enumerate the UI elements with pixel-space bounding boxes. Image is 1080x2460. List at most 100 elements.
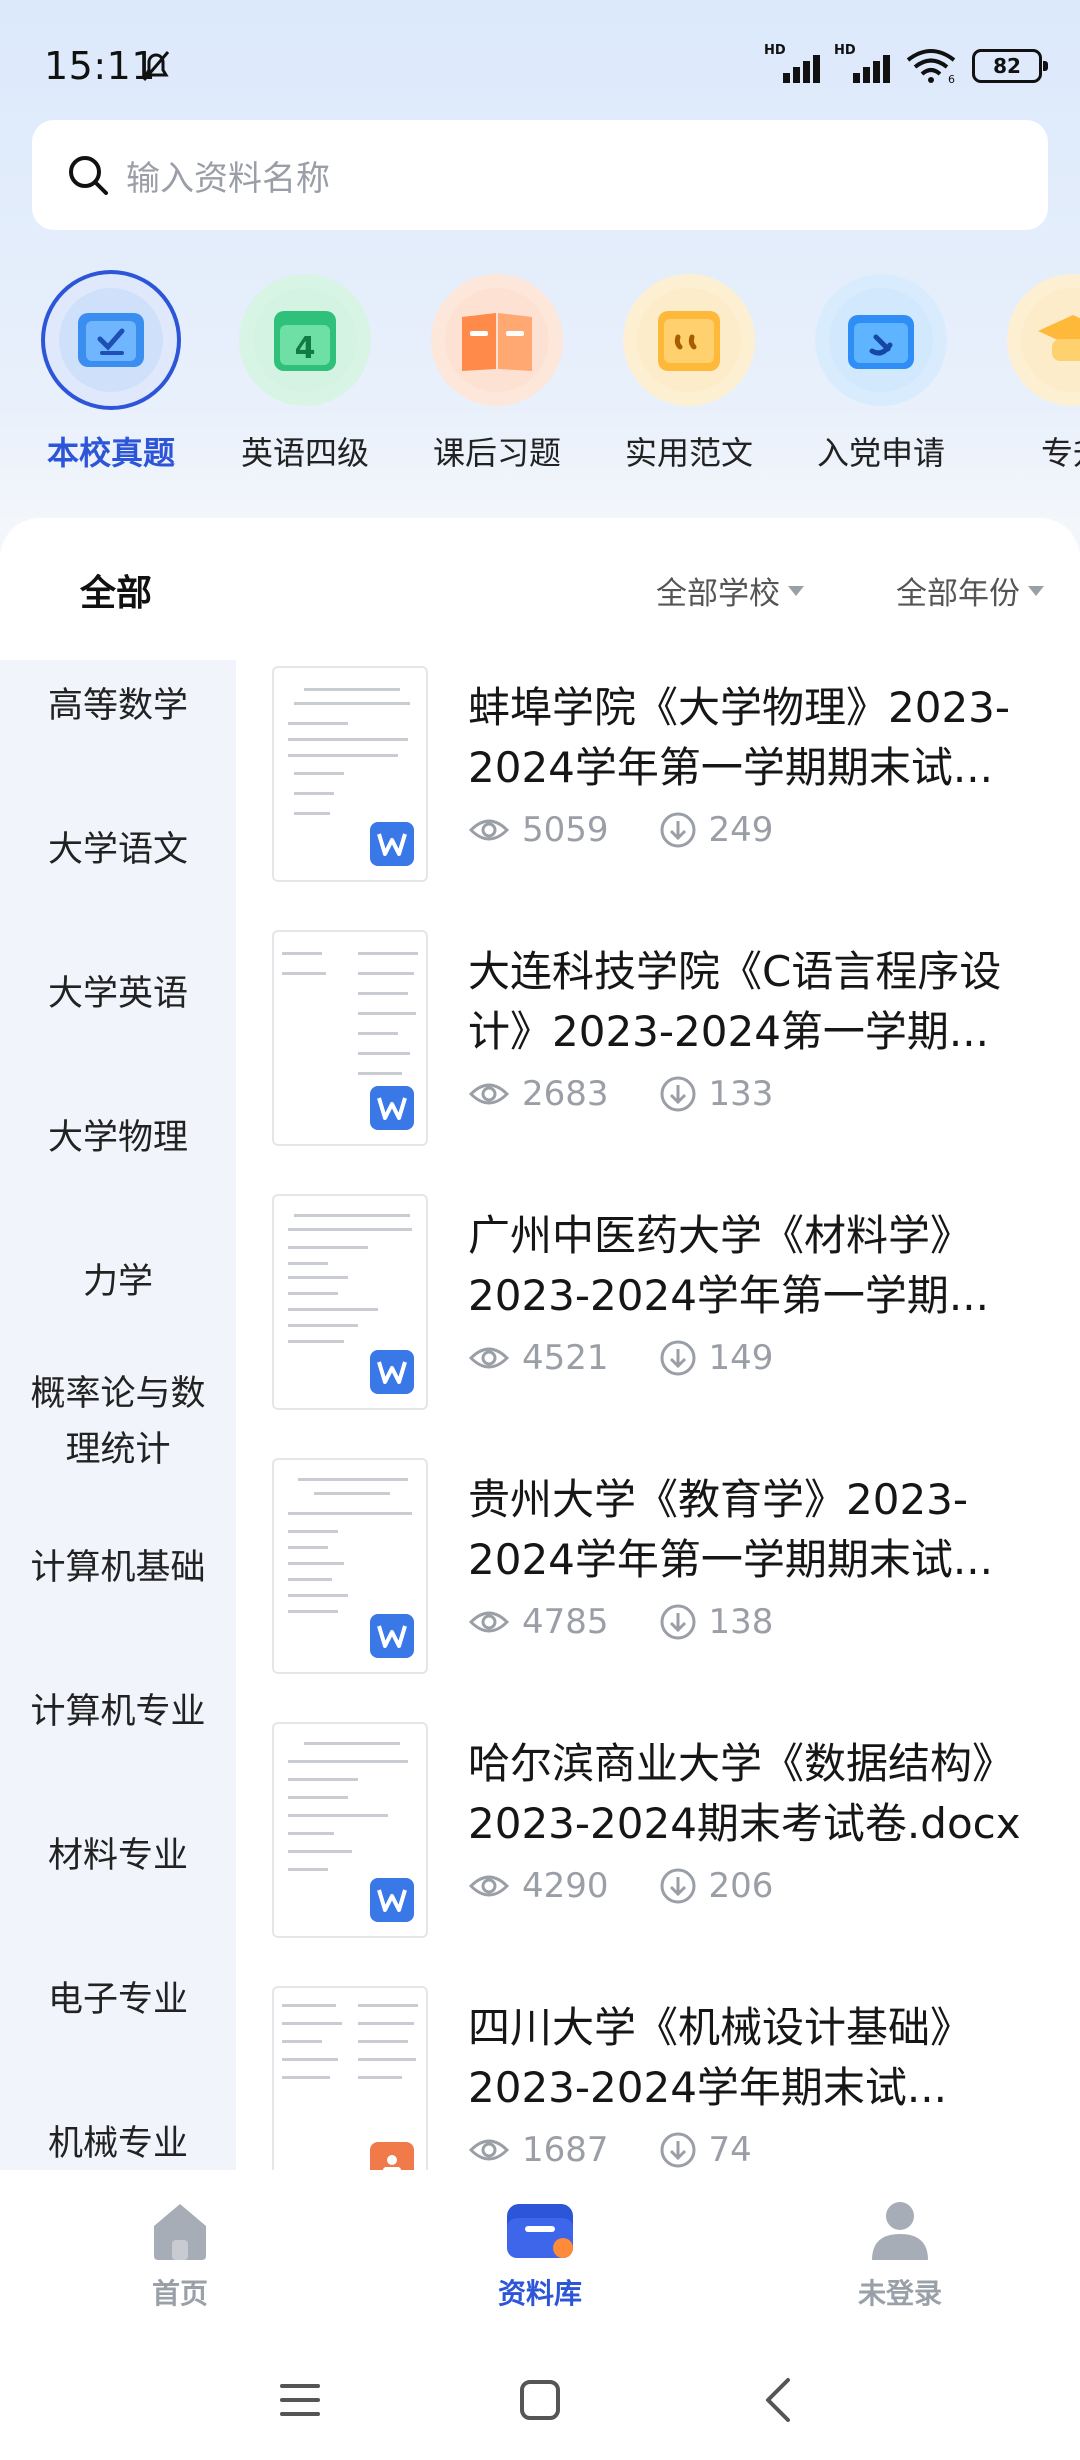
category-cet4[interactable]: 4 英语四级 bbox=[210, 268, 400, 474]
wifi-icon: 6 bbox=[906, 49, 956, 84]
nav-home[interactable]: 首页 bbox=[80, 2196, 280, 2312]
category-row: 本校真题 4 英语四级 课后习题 实用范文 入党申请 专 bbox=[0, 268, 1080, 478]
category-label: 入党申请 bbox=[816, 434, 945, 472]
back-icon[interactable] bbox=[750, 2370, 810, 2430]
category-label: 实用范文 bbox=[624, 434, 753, 472]
chevron-down-icon bbox=[788, 585, 804, 596]
eye-icon bbox=[468, 2139, 510, 2161]
wifi-badge: 6 bbox=[948, 73, 955, 84]
document-thumbnail bbox=[272, 1194, 428, 1410]
document-title: 四川大学《机械设计基础》 2023-2024学年期末试... bbox=[468, 2003, 973, 2112]
search-input[interactable]: 输入资料名称 bbox=[126, 151, 330, 200]
home-icon bbox=[154, 2204, 206, 2260]
document-list-item[interactable]: 四川大学《机械设计基础》 2023-2024学年期末试... 1687 74 bbox=[236, 1980, 1080, 2170]
nav-label: 首页 bbox=[151, 2277, 208, 2310]
download-icon bbox=[660, 1340, 696, 1376]
nav-profile[interactable]: 未登录 bbox=[800, 2196, 1000, 2312]
cell-signal-2-icon: HD bbox=[834, 43, 890, 83]
category-label: 本校真题 bbox=[46, 434, 175, 472]
filter-all-tab[interactable]: 全部 bbox=[80, 564, 152, 616]
bell-muted-icon bbox=[142, 51, 170, 81]
document-thumbnail bbox=[272, 666, 428, 882]
download-icon bbox=[660, 1076, 696, 1112]
document-list-item[interactable]: 贵州大学《教育学》2023- 2024学年第一学期期末试... 4785 138 bbox=[236, 1452, 1080, 1716]
category-sample-essays[interactable]: 实用范文 bbox=[594, 268, 784, 474]
download-count: 149 bbox=[708, 1338, 774, 1378]
document-list-item[interactable]: 蚌埠学院《大学物理》2023- 2024学年第一学期期末试... 5059 249 bbox=[236, 660, 1080, 924]
document-list-item[interactable]: 广州中医药大学《材料学》 2023-2024学年第一学期... 4521 149 bbox=[236, 1188, 1080, 1452]
download-count: 249 bbox=[708, 810, 774, 850]
open-book-icon bbox=[431, 274, 563, 406]
nav-library[interactable]: 资料库 bbox=[440, 2196, 640, 2312]
year-filter-label: 全部年份 bbox=[896, 576, 1020, 612]
subject-item[interactable]: 力学 bbox=[0, 1254, 236, 1310]
document-title: 蚌埠学院《大学物理》2023- 2024学年第一学期期末试... bbox=[468, 683, 1011, 792]
document-title: 大连科技学院《C语言程序设 计》2023-2024第一学期... bbox=[468, 947, 1002, 1056]
document-stats: 2683 133 bbox=[468, 1074, 823, 1114]
menu-icon[interactable] bbox=[270, 2370, 330, 2430]
document-list-item[interactable]: 哈尔滨商业大学《数据结构》 2023-2024期末考试卷.docx 4290 20… bbox=[236, 1716, 1080, 1980]
checklist-folder-icon bbox=[45, 274, 177, 406]
search-icon bbox=[69, 156, 108, 195]
view-count: 5059 bbox=[522, 810, 609, 850]
subject-item[interactable]: 电子专业 bbox=[0, 1972, 236, 2028]
subject-item[interactable]: 机械专业 bbox=[0, 2116, 236, 2170]
category-label: 课后习题 bbox=[432, 434, 561, 472]
view-count: 4290 bbox=[522, 1866, 609, 1906]
subject-sidebar: 高等数学 大学语文 大学英语 大学物理 力学 概率论与数理统计 计算机基础 计算… bbox=[0, 660, 236, 2170]
number-four-folder-icon: 4 bbox=[239, 274, 371, 406]
category-homework[interactable]: 课后习题 bbox=[402, 268, 592, 474]
word-file-icon bbox=[370, 1086, 414, 1130]
svg-text:4: 4 bbox=[295, 331, 316, 366]
document-title: 哈尔滨商业大学《数据结构》 2023-2024期末考试卷.docx bbox=[468, 1739, 1021, 1848]
subject-item[interactable]: 高等数学 bbox=[0, 678, 236, 734]
search-bar[interactable]: 输入资料名称 bbox=[32, 120, 1048, 230]
download-count: 206 bbox=[708, 1866, 774, 1906]
subject-item[interactable]: 大学语文 bbox=[0, 822, 236, 878]
eye-icon bbox=[468, 1875, 510, 1897]
category-past-exams[interactable]: 本校真题 bbox=[16, 268, 206, 474]
battery-icon: 82 bbox=[972, 49, 1048, 83]
eye-icon bbox=[468, 1611, 510, 1633]
subject-item[interactable]: 计算机专业 bbox=[0, 1684, 236, 1740]
subject-item[interactable]: 大学英语 bbox=[0, 966, 236, 1022]
subject-item[interactable]: 概率论与数理统计 bbox=[0, 1366, 236, 1478]
party-emblem-folder-icon bbox=[815, 274, 947, 406]
download-count: 133 bbox=[708, 1074, 774, 1114]
download-count: 138 bbox=[708, 1602, 774, 1642]
subject-item[interactable]: 计算机基础 bbox=[0, 1540, 236, 1596]
document-stats: 4521 149 bbox=[468, 1338, 823, 1378]
category-party-application[interactable]: 入党申请 bbox=[786, 268, 976, 474]
subject-item[interactable]: 大学物理 bbox=[0, 1110, 236, 1166]
bottom-navigation: 首页 资料库 未登录 bbox=[0, 2170, 1080, 2340]
category-label: 专升 bbox=[1040, 434, 1080, 472]
word-file-icon bbox=[370, 1350, 414, 1394]
quote-document-icon bbox=[623, 274, 755, 406]
school-filter-label: 全部学校 bbox=[656, 576, 780, 612]
library-folder-icon bbox=[507, 2204, 573, 2258]
word-file-icon bbox=[370, 822, 414, 866]
download-icon bbox=[660, 1868, 696, 1904]
document-stats: 4785 138 bbox=[468, 1602, 823, 1642]
status-bar: 15:11 HD HD 6 82 bbox=[0, 0, 1080, 120]
eye-icon bbox=[468, 1347, 510, 1369]
document-stats: 5059 249 bbox=[468, 810, 823, 850]
view-count: 4521 bbox=[522, 1338, 609, 1378]
category-upgrade[interactable]: 专升 bbox=[978, 268, 1080, 474]
download-icon bbox=[660, 1604, 696, 1640]
document-thumbnail bbox=[272, 1986, 428, 2170]
system-navigation-bar bbox=[0, 2340, 1080, 2460]
download-count: 74 bbox=[708, 2130, 752, 2170]
home-square-icon[interactable] bbox=[510, 2370, 570, 2430]
school-filter-dropdown[interactable]: 全部学校 bbox=[656, 568, 804, 613]
nav-label: 未登录 bbox=[857, 2277, 942, 2310]
eye-icon bbox=[468, 1083, 510, 1105]
battery-level: 82 bbox=[993, 54, 1021, 78]
graduation-cap-icon bbox=[1007, 274, 1080, 406]
chevron-down-icon bbox=[1028, 585, 1044, 596]
document-title: 广州中医药大学《材料学》 2023-2024学年第一学期... bbox=[468, 1211, 989, 1320]
year-filter-dropdown[interactable]: 全部年份 bbox=[896, 568, 1044, 613]
document-list-item[interactable]: 大连科技学院《C语言程序设 计》2023-2024第一学期... 2683 133 bbox=[236, 924, 1080, 1188]
subject-item[interactable]: 材料专业 bbox=[0, 1828, 236, 1884]
document-stats: 4290 206 bbox=[468, 1866, 823, 1906]
